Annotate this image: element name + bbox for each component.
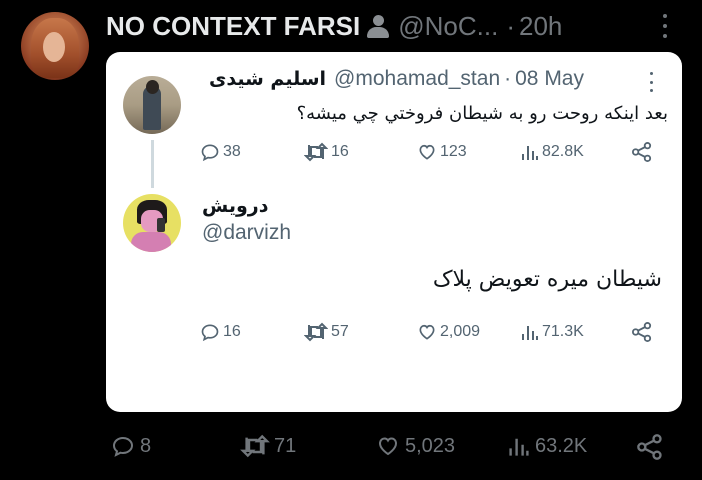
user-handle[interactable]: @NoC... [398, 11, 498, 42]
share-icon [637, 434, 662, 460]
outer-avatar[interactable] [21, 12, 89, 80]
tweet1-text: بعد اینکه روحت رو به شیطان فروختي چي میش… [296, 103, 668, 124]
separator-dot: · [504, 67, 512, 90]
views-count: 71.3K [542, 323, 584, 340]
retweet-icon [304, 322, 328, 342]
tweet2-display-name: درویش [202, 195, 269, 217]
reply-count: 38 [223, 143, 241, 160]
tweet1-likes: 123 [417, 142, 467, 162]
like-icon [419, 324, 435, 340]
tweet1-replies: 38 [200, 142, 241, 162]
retweet-icon [240, 434, 270, 458]
display-name[interactable]: NO CONTEXT FARSI [106, 11, 360, 42]
tweet1-header: اسلیم شیدی @mohamad_stan · 08 May [209, 67, 584, 91]
views-icon [509, 438, 529, 456]
reply-count: 8 [140, 434, 152, 457]
views-count: 63.2K [535, 434, 588, 457]
tweet2-replies: 16 [200, 322, 241, 342]
avatar-mohamad-stan [123, 76, 181, 134]
like-count: 2,009 [440, 323, 481, 340]
views-icon [522, 146, 538, 160]
retweet-count: 16 [331, 143, 349, 160]
retweet-count: 71 [274, 434, 297, 457]
quoted-screenshot[interactable]: اسلیم شیدی @mohamad_stan · 08 May بعد ای… [106, 52, 682, 412]
tweet1-views: 82.8K [521, 142, 584, 162]
tweet2-views: 71.3K [521, 322, 584, 342]
thread-connector [151, 140, 154, 188]
share-icon [631, 322, 656, 342]
tweet1-handle: @mohamad_stan [334, 67, 501, 90]
person-icon [366, 13, 390, 39]
views-count: 82.8K [542, 143, 584, 160]
tweet2-text: شیطان میره تعویض پلاک [432, 267, 662, 292]
avatar-darvizh [123, 194, 181, 252]
reply-icon [112, 436, 134, 457]
share-button[interactable] [636, 434, 668, 460]
retweet-icon [304, 142, 328, 162]
tweet2-handle: @darvizh [202, 221, 292, 244]
separator-dot: · [506, 10, 515, 41]
timestamp[interactable]: 20h [519, 11, 562, 42]
views-button[interactable]: 63.2K [507, 434, 587, 458]
outer-tweet-header: NO CONTEXT FARSI @NoC... · 20h [106, 10, 562, 42]
like-icon [419, 144, 435, 160]
reply-icon [201, 144, 219, 162]
tweet2-retweets: 57 [304, 322, 349, 342]
more-icon[interactable] [660, 14, 670, 38]
retweet-count: 57 [331, 323, 349, 340]
tweet2-likes: 2,009 [417, 322, 480, 342]
tweet1-date: 08 May [515, 67, 584, 90]
retweet-button[interactable]: 71 [240, 434, 296, 458]
tweet1-retweets: 16 [304, 142, 349, 162]
reply-icon [201, 324, 219, 342]
reply-count: 16 [223, 323, 241, 340]
share-icon [631, 142, 656, 162]
like-button[interactable]: 5,023 [375, 434, 455, 458]
tweet1-display-name: اسلیم شیدی [208, 68, 327, 90]
like-count: 123 [440, 143, 467, 160]
like-count: 5,023 [405, 434, 456, 457]
reply-button[interactable]: 8 [110, 434, 151, 458]
views-icon [522, 326, 538, 340]
more-icon [648, 72, 654, 92]
like-icon [378, 437, 398, 456]
